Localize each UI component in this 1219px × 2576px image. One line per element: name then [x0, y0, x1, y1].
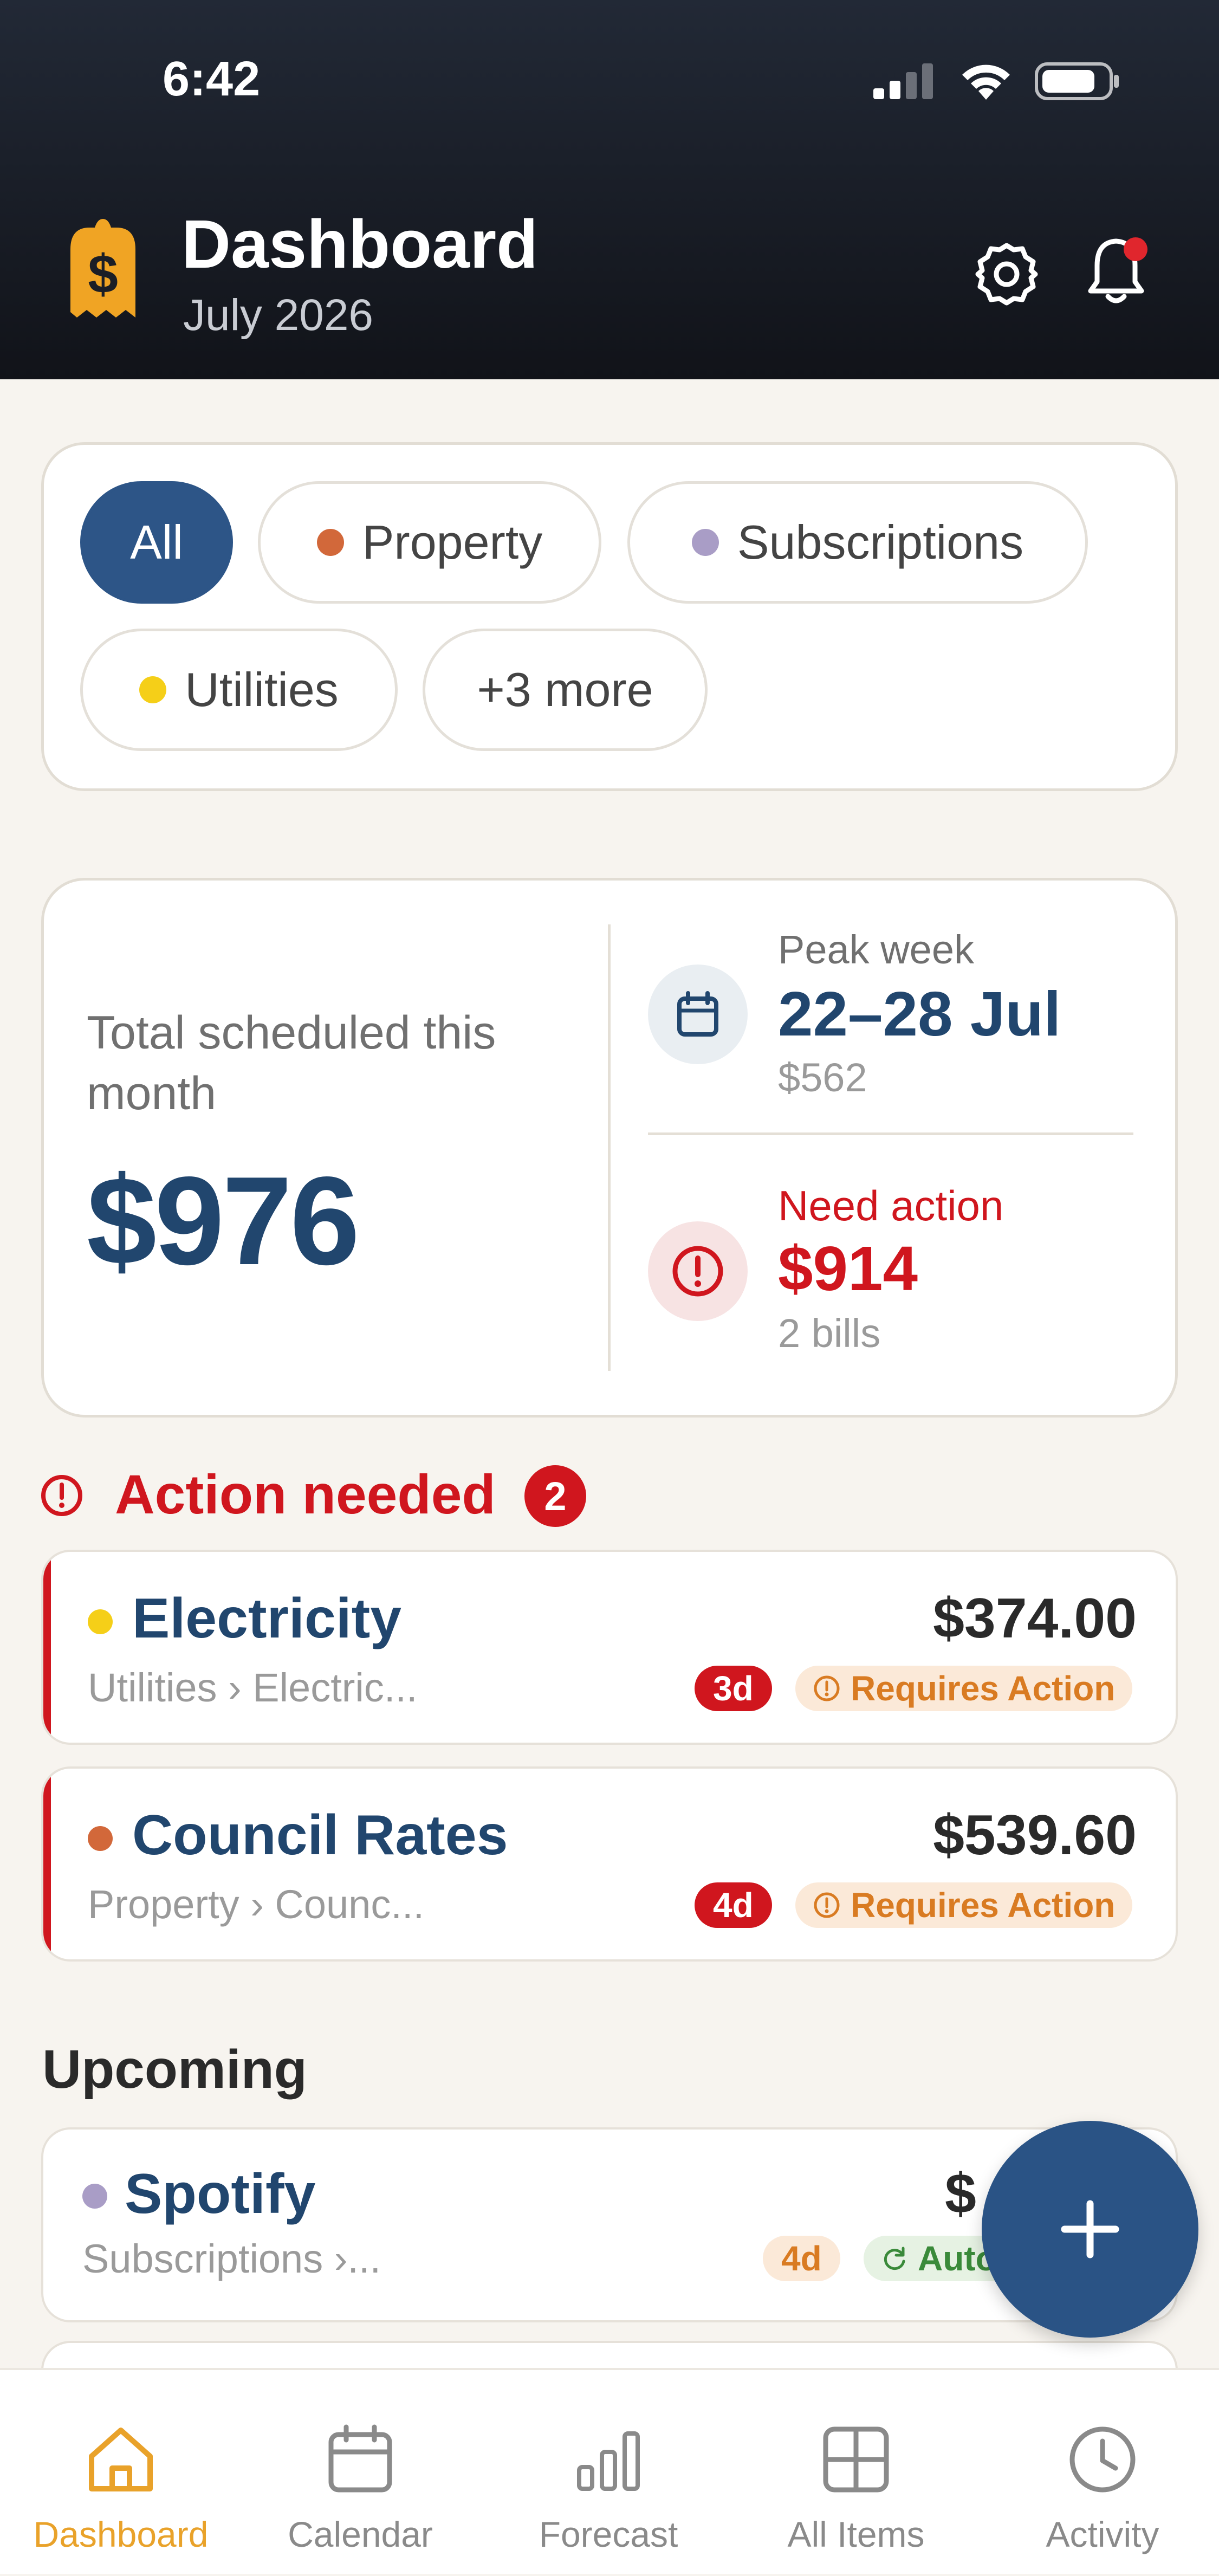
nav-item-dashboard[interactable]: Dashboard [0, 2370, 243, 2576]
bill-amount: $374.00 [933, 1587, 1137, 1650]
home-icon [89, 2428, 153, 2491]
refresh-icon [884, 2247, 905, 2270]
need-action-label: Need action [778, 1182, 1004, 1229]
filter-chip-label: Utilities [185, 663, 339, 716]
gear-icon [975, 243, 1038, 306]
days-badge: 4d [763, 2236, 840, 2281]
nav-label: Dashboard [33, 2514, 209, 2554]
nav-label: All Items [787, 2514, 925, 2554]
filter-chip-utilities[interactable]: Utilities [80, 629, 398, 751]
nav-label: Forecast [539, 2514, 678, 2554]
need-action-count: 2 bills [778, 1311, 881, 1356]
filter-chip-more[interactable]: +3 more [423, 629, 708, 751]
days-badge: 3d [695, 1666, 772, 1711]
days-badge: 4d [695, 1882, 772, 1928]
notification-badge [1124, 237, 1147, 261]
bar-chart-icon [577, 2431, 640, 2491]
svg-text:$: $ [88, 244, 118, 305]
calendar-icon [328, 2424, 392, 2493]
bill-category-path: Utilities › Electric... [88, 1665, 418, 1710]
bill-category-path: Subscriptions ›... [82, 2236, 381, 2281]
peak-week-range: 22–28 Jul [778, 979, 1061, 1049]
filter-chip-all[interactable]: All [80, 481, 233, 604]
wifi-icon [962, 64, 1010, 100]
bill-amount: $ [945, 2163, 976, 2225]
bill-name: Spotify [125, 2163, 316, 2225]
need-action-amount: $914 [778, 1233, 918, 1304]
category-dot [139, 676, 167, 703]
category-dot [88, 1609, 113, 1634]
bill-name: Council Rates [132, 1804, 508, 1867]
filter-chip-subscriptions[interactable]: Subscriptions [627, 481, 1088, 604]
section-title-upcoming: Upcoming [42, 2039, 307, 2100]
status-badge: Requires Action [795, 1882, 1133, 1928]
nav-item-forecast[interactable]: Forecast [487, 2370, 730, 2576]
bill-amount: $539.60 [933, 1804, 1137, 1867]
filter-chip-label: Property [362, 515, 543, 569]
filter-chip-property[interactable]: Property [258, 481, 601, 604]
nav-label: Calendar [288, 2514, 433, 2554]
peak-week-label: Peak week [778, 927, 974, 972]
app-header: 6:42 $ Dashboard July 2026 [0, 0, 1219, 379]
settings-button[interactable] [969, 236, 1045, 312]
alert-circle-icon [814, 1675, 840, 1701]
filter-chip-label: +3 more [477, 663, 653, 716]
total-amount: $976 [87, 1151, 360, 1291]
add-bill-button[interactable] [982, 2121, 1198, 2338]
bill-category-path: Property › Counc... [88, 1882, 425, 1927]
plus-icon [1061, 2200, 1119, 2258]
clock-icon [1069, 2426, 1136, 2493]
page-subtitle: July 2026 [183, 290, 374, 340]
summary-divider [608, 924, 611, 1371]
category-dot [82, 2184, 107, 2209]
category-dot [691, 529, 719, 556]
section-title-action-needed: Action needed [115, 1464, 496, 1525]
cellular-signal-icon [873, 63, 933, 99]
page-title: Dashboard [181, 206, 539, 282]
status-icons [872, 60, 1121, 103]
peak-week-amount: $562 [778, 1055, 867, 1100]
bill-accent-bar [43, 1552, 51, 1743]
nav-item-activity[interactable]: Activity [981, 2370, 1219, 2576]
notifications-button[interactable] [1078, 233, 1154, 309]
category-dot [316, 529, 344, 556]
alert-circle-icon [672, 1246, 723, 1297]
category-dot [88, 1826, 113, 1851]
filter-chip-label: Subscriptions [737, 515, 1024, 569]
alert-circle-icon [41, 1475, 82, 1516]
alert-circle-icon [814, 1892, 840, 1918]
status-badge: Requires Action [795, 1666, 1133, 1711]
status-label: Requires Action [851, 1669, 1116, 1708]
bill-card-council-rates[interactable]: Council Rates Property › Counc... $539.6… [41, 1766, 1178, 1962]
summary-row-divider [648, 1132, 1133, 1135]
calendar-icon [677, 991, 718, 1037]
status-time: 6:42 [163, 52, 261, 106]
bill-name: Electricity [132, 1587, 402, 1650]
status-label: Requires Action [851, 1886, 1116, 1925]
app-logo-icon: $ [70, 219, 135, 318]
nav-item-all-items[interactable]: All Items [734, 2370, 978, 2576]
bill-accent-bar [43, 1769, 51, 1959]
battery-icon [1035, 62, 1119, 100]
grid-icon [823, 2426, 889, 2493]
bill-card-electricity[interactable]: Electricity Utilities › Electric... $374… [41, 1550, 1178, 1745]
bottom-nav: Dashboard Calendar Forecast All Items Ac… [0, 2368, 1219, 2574]
action-count-badge: 2 [524, 1465, 586, 1527]
peak-week-icon-bg [648, 965, 748, 1064]
need-action-icon-bg [648, 1221, 748, 1321]
filter-chip-label: All [130, 515, 183, 569]
nav-item-calendar[interactable]: Calendar [238, 2370, 482, 2576]
total-label: Total scheduled this month [87, 1007, 496, 1119]
nav-label: Activity [1046, 2514, 1159, 2554]
